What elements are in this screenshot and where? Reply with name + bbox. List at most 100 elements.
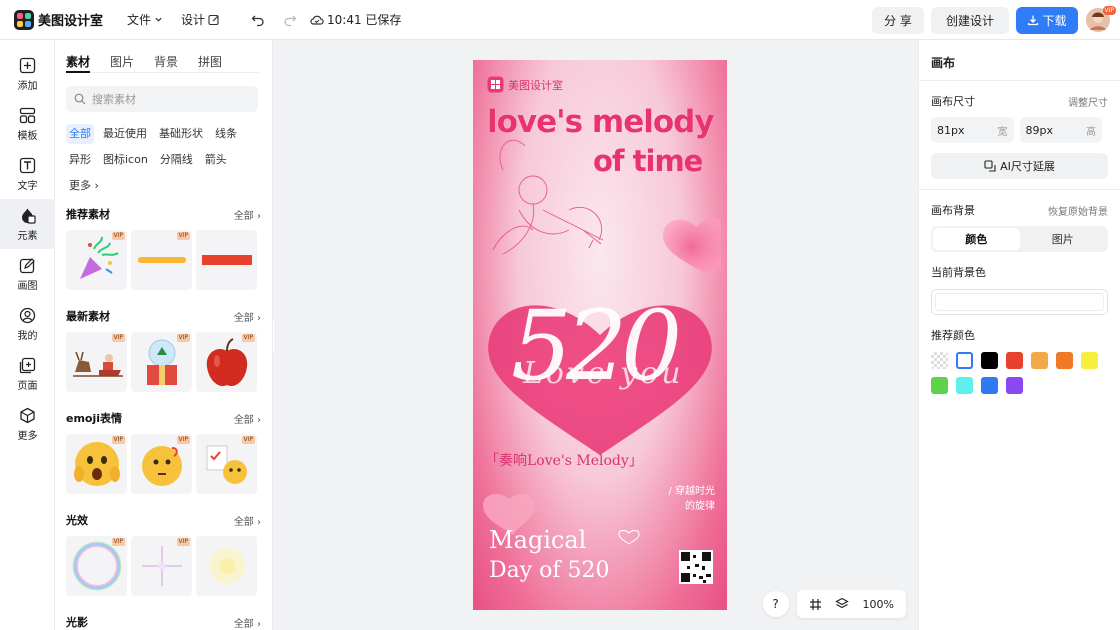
download-label: 下载 — [1042, 13, 1067, 28]
color-swatch[interactable] — [1056, 352, 1073, 369]
chip-icons[interactable]: 图标icon — [100, 150, 151, 170]
vip-badge: VIP — [176, 538, 190, 546]
color-swatch[interactable] — [956, 352, 973, 369]
color-swatch[interactable] — [1081, 352, 1098, 369]
segment-color[interactable]: 颜色 — [933, 228, 1020, 250]
poster-canvas[interactable]: 美图设计室 love's melody of time 520 Love you… — [473, 60, 727, 610]
height-field[interactable]: 89px 高 — [1019, 117, 1102, 143]
undo-button[interactable] — [244, 6, 272, 34]
tab-collage[interactable]: 拼图 — [198, 53, 222, 72]
nav-add[interactable]: 添加 — [0, 49, 55, 99]
color-swatch[interactable] — [1006, 377, 1023, 394]
tab-backgrounds[interactable]: 背景 — [154, 53, 178, 72]
file-menu[interactable]: 文件 — [127, 11, 163, 28]
chip-basic-shapes[interactable]: 基础形状 — [156, 124, 206, 144]
chip-dividers[interactable]: 分隔线 — [157, 150, 196, 170]
help-button[interactable]: ? — [762, 591, 789, 617]
poster-headline-1[interactable]: love's melody — [487, 104, 715, 140]
share-button[interactable]: 分 享 — [872, 6, 924, 34]
poster-foot-1[interactable]: Magical — [489, 526, 586, 554]
current-color-field[interactable] — [931, 289, 1108, 315]
design-menu[interactable]: 设计 — [181, 11, 220, 28]
section-all-link[interactable]: 全部 › — [234, 411, 261, 426]
asset-thumb[interactable]: VIP — [131, 332, 192, 392]
section-title: 推荐素材 — [66, 208, 110, 221]
color-swatch[interactable] — [931, 377, 948, 394]
section-all-link[interactable]: 全部 › — [234, 513, 261, 528]
chip-arrows[interactable]: 箭头 — [202, 150, 230, 170]
asset-thumb[interactable]: VIP — [66, 434, 127, 494]
nav-text[interactable]: 文字 — [0, 149, 55, 199]
asset-thumb[interactable]: VIP — [131, 536, 192, 596]
grid-icon — [810, 598, 822, 610]
nav-more[interactable]: 更多 — [0, 399, 55, 449]
layers-icon — [834, 597, 849, 609]
asset-thumb[interactable]: VIP — [131, 434, 192, 494]
segment-image[interactable]: 图片 — [1020, 228, 1107, 250]
red-apple-image — [206, 338, 247, 387]
asset-thumb[interactable]: VIP — [196, 332, 257, 392]
app-logo[interactable]: 美图设计室 — [14, 9, 119, 30]
thumb-row: VIP VIP VIP — [66, 434, 272, 494]
chip-lines[interactable]: 线条 — [212, 124, 240, 144]
sparkle-light-image — [141, 546, 182, 586]
section-all-link[interactable]: 全部 › — [234, 309, 261, 324]
section-all-link[interactable]: 全部 › — [234, 207, 261, 222]
chip-all[interactable]: 全部 — [66, 124, 94, 144]
ai-extend-button[interactable]: AI尺寸延展 — [931, 153, 1108, 179]
adjust-size-link[interactable]: 调整尺寸 — [1068, 94, 1108, 109]
redo-button[interactable] — [276, 6, 304, 34]
poster-headline-2[interactable]: of time — [593, 144, 703, 178]
design-menu-label: 设计 — [181, 13, 206, 27]
color-swatch[interactable] — [1031, 352, 1048, 369]
poster-subtitle[interactable]: 「奏响Love's Melody」 — [485, 450, 643, 470]
asset-thumb[interactable]: VIP — [66, 536, 127, 596]
nav-elements[interactable]: 元素 — [0, 199, 55, 249]
nav-template[interactable]: 模板 — [0, 99, 55, 149]
chip-recent[interactable]: 最近使用 — [100, 124, 150, 144]
party-popper-image — [79, 236, 119, 279]
grid-button[interactable] — [803, 590, 829, 618]
layers-button[interactable] — [829, 590, 855, 618]
edit-icon — [208, 14, 219, 25]
nav-page[interactable]: 页面 — [0, 349, 55, 399]
asset-thumb[interactable]: VIP — [66, 332, 127, 392]
top-bar: 美图设计室 文件 设计 10:41 已保存 分 享 创建设计 下载 VIP — [0, 0, 1120, 40]
vip-badge: VIP — [111, 232, 125, 240]
color-swatch[interactable] — [981, 377, 998, 394]
asset-thumb[interactable]: VIP — [66, 230, 127, 290]
size-label: 画布尺寸 — [931, 95, 975, 108]
file-menu-label: 文件 — [127, 13, 152, 27]
chevron-down-icon — [155, 17, 162, 22]
poster-script[interactable]: Love you — [523, 356, 684, 391]
color-swatch[interactable] — [1006, 352, 1023, 369]
zoom-level[interactable]: 100% — [863, 598, 894, 611]
width-field[interactable]: 81px 宽 — [931, 117, 1014, 143]
nav-draw[interactable]: 画图 — [0, 249, 55, 299]
color-swatch[interactable] — [956, 377, 973, 394]
section-all-link[interactable]: 全部 › — [234, 615, 261, 630]
chip-irregular[interactable]: 异形 — [66, 150, 94, 170]
poster-side-2[interactable]: 的旋律 — [685, 497, 715, 512]
color-swatch[interactable] — [981, 352, 998, 369]
user-avatar[interactable]: VIP — [1086, 6, 1116, 32]
width-value: 81px — [937, 123, 965, 137]
poster-side-1[interactable]: / 穿越时光 — [668, 482, 715, 497]
asset-thumb[interactable] — [196, 536, 257, 596]
nav-text-label: 文字 — [17, 180, 38, 192]
asset-search — [66, 86, 258, 112]
tab-images[interactable]: 图片 — [110, 53, 134, 72]
create-design-button[interactable]: 创建设计 — [931, 6, 1009, 34]
reindeer-sleigh-image — [72, 351, 123, 377]
asset-thumb[interactable]: VIP — [131, 230, 192, 290]
download-button[interactable]: 下载 — [1016, 6, 1078, 34]
swatch-transparent[interactable] — [931, 352, 948, 369]
tab-materials[interactable]: 素材 — [66, 53, 91, 73]
chip-more[interactable]: 更多 › — [66, 176, 102, 196]
asset-thumb[interactable] — [196, 230, 257, 290]
search-input[interactable] — [92, 92, 242, 106]
poster-foot-2[interactable]: Day of 520 — [489, 558, 610, 583]
restore-background-link[interactable]: 恢复原始背景 — [1048, 203, 1108, 218]
nav-mine[interactable]: 我的 — [0, 299, 55, 349]
asset-thumb[interactable]: VIP — [196, 434, 257, 494]
